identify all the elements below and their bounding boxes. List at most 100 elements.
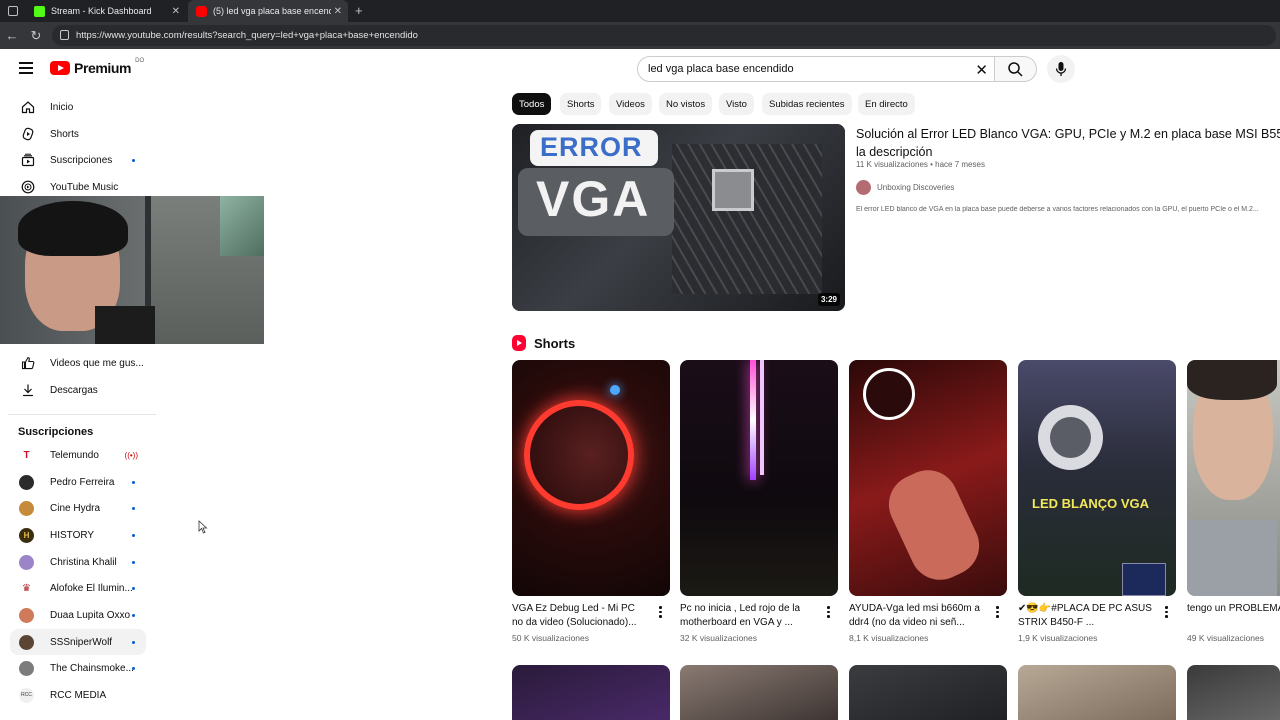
- download-icon: [20, 382, 36, 398]
- new-content-dot: [132, 480, 135, 484]
- tab-kick-dashboard[interactable]: Stream - Kick Dashboard ✕: [26, 0, 186, 22]
- filter-chip-recent[interactable]: Subidas recientes: [762, 93, 852, 115]
- subscription-item[interactable]: SSSniperWolf: [10, 629, 146, 655]
- sidebar-item-liked-videos[interactable]: Videos que me gus...: [10, 350, 146, 376]
- new-tab-icon[interactable]: +: [355, 3, 363, 18]
- shorts-logo-icon: [512, 335, 526, 351]
- short-card[interactable]: VGA Ez Debug Led - Mi PC no da video (So…: [512, 360, 670, 643]
- search-input[interactable]: led vga placa base encendido ✕: [637, 56, 995, 82]
- short-title[interactable]: AYUDA-Vga led msi b660m a ddr4 (no da vi…: [849, 602, 984, 630]
- channel-avatar: ♛: [19, 580, 34, 596]
- subscription-item[interactable]: RCC RCC MEDIA: [10, 682, 146, 708]
- more-options-icon[interactable]: [996, 606, 999, 618]
- browser-tab-bar: Stream - Kick Dashboard ✕ (5) led vga pl…: [0, 0, 1280, 22]
- filter-chip-shorts[interactable]: Shorts: [560, 93, 602, 115]
- more-options-icon[interactable]: [659, 606, 662, 618]
- tab-youtube-search[interactable]: (5) led vga placa base encendido ✕: [188, 0, 348, 22]
- filter-chip-all[interactable]: Todos: [512, 93, 552, 115]
- channel-avatar: [19, 500, 34, 516]
- sidebar-item-shorts[interactable]: Shorts: [10, 121, 146, 147]
- new-content-dot: [132, 560, 135, 564]
- channel-avatar: [856, 180, 871, 195]
- result-thumbnail[interactable]: [1187, 665, 1280, 720]
- short-card[interactable]: LED BLANÇO VGA ✔😎👉#PLACA DE PC ASUS STRI…: [1018, 360, 1176, 643]
- search-button[interactable]: [995, 56, 1037, 82]
- short-title[interactable]: VGA Ez Debug Led - Mi PC no da video (So…: [512, 602, 647, 630]
- close-tab-icon[interactable]: ✕: [334, 6, 342, 17]
- channel-avatar: [19, 607, 34, 623]
- sidebar-divider: [8, 414, 156, 415]
- short-thumbnail[interactable]: [849, 360, 1007, 596]
- youtube-music-icon: [20, 179, 36, 195]
- channel-avatar: [19, 554, 34, 570]
- more-options-icon[interactable]: [1165, 606, 1168, 618]
- channel-avatar: H: [19, 527, 34, 543]
- video-title-line2[interactable]: la descripción: [856, 143, 932, 161]
- reload-icon[interactable]: ↻: [24, 28, 48, 44]
- kick-icon: [34, 5, 45, 17]
- result-thumbnail[interactable]: [512, 665, 670, 720]
- shorts-shelf-heading: Shorts: [512, 335, 575, 351]
- subscription-item[interactable]: Pedro Ferreira: [10, 469, 146, 495]
- short-views: 50 K visualizaciones: [512, 633, 590, 643]
- subscription-item[interactable]: Cine Hydra: [10, 495, 146, 521]
- short-views: 32 K visualizaciones: [680, 633, 758, 643]
- more-options-icon[interactable]: [827, 606, 830, 618]
- short-card[interactable]: tengo un PROBLEMA luz de la cpu 49 K vis…: [1187, 360, 1280, 643]
- subscriptions-heading: Suscripciones: [18, 426, 94, 438]
- subscriptions-icon: [20, 152, 36, 168]
- video-title[interactable]: Solución al Error LED Blanco VGA: GPU, P…: [856, 125, 1280, 143]
- short-thumbnail[interactable]: LED BLANÇO VGA: [1018, 360, 1176, 596]
- short-title[interactable]: Pc no inicia , Led rojo de la motherboar…: [680, 602, 815, 630]
- subscription-item[interactable]: H HISTORY: [10, 522, 146, 548]
- filter-chip-videos[interactable]: Videos: [609, 93, 652, 115]
- short-title[interactable]: tengo un PROBLEMA luz de la cpu: [1187, 602, 1280, 630]
- result-thumbnail[interactable]: [849, 665, 1007, 720]
- subscription-item[interactable]: The Chainsmoke...: [10, 655, 146, 681]
- video-thumbnail[interactable]: ERROR VGA 3:29: [512, 124, 845, 311]
- short-thumbnail[interactable]: [1187, 360, 1280, 596]
- subscription-item[interactable]: ♛ Alofoke El Ilumin...: [10, 575, 146, 601]
- short-card[interactable]: Pc no inicia , Led rojo de la motherboar…: [680, 360, 838, 643]
- video-duration: 3:29: [817, 293, 840, 306]
- short-thumbnail[interactable]: [680, 360, 838, 596]
- microphone-icon: [1055, 62, 1067, 76]
- filter-chip-live[interactable]: En directo: [858, 93, 915, 115]
- subscription-item[interactable]: Duaa Lupita Oxxo: [10, 602, 146, 628]
- channel-avatar: [19, 634, 34, 650]
- shorts-icon: [20, 126, 36, 142]
- channel-avatar: T: [19, 447, 34, 463]
- channel-avatar: [19, 474, 34, 490]
- url-field[interactable]: https://www.youtube.com/results?search_q…: [52, 25, 1276, 46]
- short-views: 49 K visualizaciones: [1187, 633, 1265, 643]
- site-info-icon[interactable]: [60, 30, 69, 40]
- subscription-item[interactable]: Christina Khalil: [10, 549, 146, 575]
- clear-search-icon[interactable]: ✕: [975, 61, 988, 79]
- result-thumbnail[interactable]: [680, 665, 838, 720]
- back-icon[interactable]: ←: [0, 28, 24, 43]
- result-thumbnail[interactable]: [1018, 665, 1176, 720]
- video-channel[interactable]: Unboxing Discoveries: [856, 180, 954, 195]
- subscription-item[interactable]: T Telemundo ((•)): [10, 442, 146, 468]
- close-tab-icon[interactable]: ✕: [172, 6, 180, 17]
- channel-avatar: [19, 660, 34, 676]
- short-card[interactable]: AYUDA-Vga led msi b660m a ddr4 (no da vi…: [849, 360, 1007, 643]
- hamburger-menu-icon[interactable]: [19, 62, 33, 74]
- filter-chip-unwatched[interactable]: No vistos: [659, 93, 713, 115]
- address-bar: ← ↻ https://www.youtube.com/results?sear…: [0, 22, 1280, 49]
- short-overlay-text: LED BLANÇO VGA: [1032, 496, 1149, 511]
- filter-chip-watched[interactable]: Visto: [719, 93, 754, 115]
- sidebar-item-home[interactable]: Inicio: [10, 94, 146, 120]
- channel-avatar: RCC: [19, 687, 34, 703]
- short-thumbnail[interactable]: [512, 360, 670, 596]
- youtube-icon: [196, 5, 207, 17]
- sidebar-item-subscriptions[interactable]: Suscripciones: [10, 147, 146, 173]
- new-content-dot: [132, 613, 135, 617]
- sidebar-item-downloads[interactable]: Descargas: [10, 377, 146, 403]
- window-menu-icon[interactable]: [8, 6, 18, 16]
- voice-search-button[interactable]: [1047, 55, 1075, 83]
- youtube-premium-logo[interactable]: Premium DO: [50, 58, 144, 76]
- short-views: 1,9 K visualizaciones: [1018, 633, 1098, 643]
- short-title[interactable]: ✔😎👉#PLACA DE PC ASUS STRIX B450-F ...: [1018, 602, 1153, 630]
- new-content-dot: [132, 158, 135, 162]
